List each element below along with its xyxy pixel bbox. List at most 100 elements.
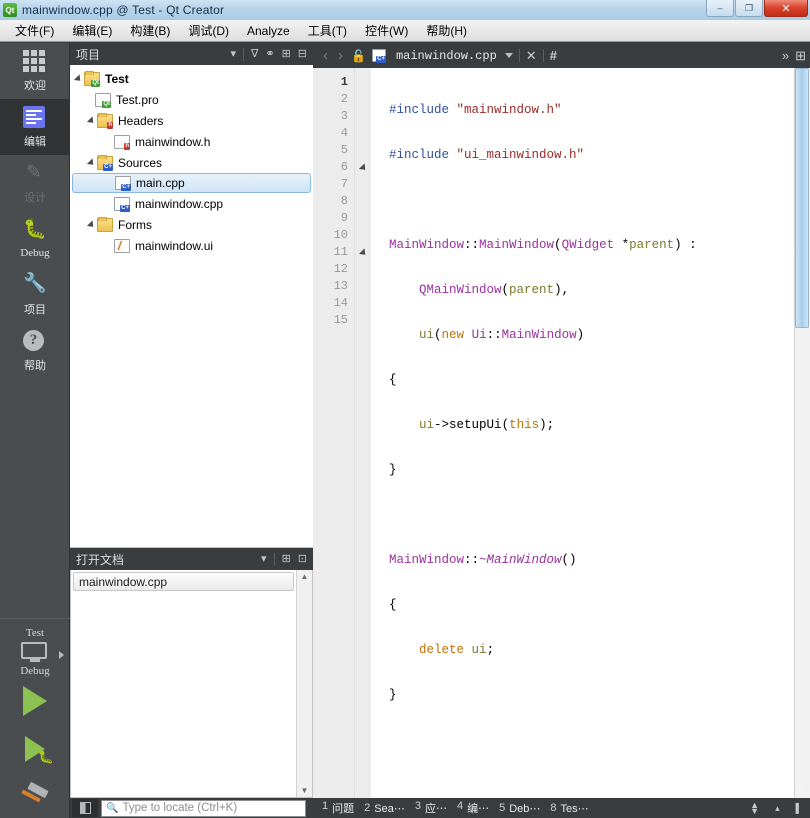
output-pane-debugger[interactable]: 5 Deb⋯	[499, 802, 540, 815]
maximize-button[interactable]: ❐	[735, 0, 763, 17]
tree-row[interactable]: h mainwindow.h	[70, 131, 313, 152]
sidebar-item-projects[interactable]: 🔧 项目	[0, 267, 70, 323]
code-text[interactable]: #include "mainwindow.h" #include "ui_mai…	[371, 68, 810, 798]
expand-twisty-icon[interactable]	[86, 157, 97, 168]
window-controls: – ❐ ✕	[706, 0, 808, 17]
debug-button[interactable]: 🐛	[0, 725, 70, 773]
menu-analyze[interactable]: Analyze	[238, 22, 299, 40]
fold-marker-column[interactable]	[355, 68, 371, 798]
folder-cpp-icon: C+	[97, 154, 113, 171]
sidebar-item-debug[interactable]: 🐛 Debug	[0, 211, 70, 267]
tree-item-label: mainwindow.ui	[135, 238, 214, 253]
scroll-down-icon[interactable]: ▼	[301, 786, 309, 795]
navigate-forward-icon[interactable]: ›	[336, 48, 345, 63]
minimize-button[interactable]: –	[706, 0, 734, 17]
sidebar-item-design[interactable]: ✎ 设计	[0, 155, 70, 211]
overflow-icon[interactable]: »	[782, 48, 789, 63]
close-button[interactable]: ✕	[764, 0, 808, 17]
unlock-icon[interactable]: 🔓	[351, 49, 366, 63]
line-number: 1	[340, 75, 348, 89]
mode-label-edit: 编辑	[24, 135, 46, 148]
monitor-icon	[21, 642, 49, 662]
output-pane-buttons: 1 问题 2 Sea⋯ 3 应⋯ 4 编⋯ 5 Deb⋯ 8 Tes⋯	[322, 800, 589, 816]
menu-help[interactable]: 帮助(H)	[417, 20, 476, 41]
menu-debug[interactable]: 调试(D)	[179, 20, 238, 41]
scroll-up-icon[interactable]: ▲	[301, 572, 309, 581]
split-editor-icon[interactable]: ⊞	[795, 48, 806, 64]
expand-twisty-icon[interactable]	[73, 73, 84, 84]
sidebar-toggle-icon[interactable]	[72, 799, 98, 817]
expand-twisty-icon[interactable]	[86, 115, 97, 126]
tree-item-label: Test.pro	[116, 92, 159, 107]
tree-row-selected[interactable]: C+ main.cpp	[72, 173, 311, 193]
open-documents-scrollbar[interactable]: ▲ ▼	[296, 570, 312, 797]
output-pane-search[interactable]: 2 Sea⋯	[364, 802, 405, 815]
divider	[242, 47, 244, 61]
close-icon: ✕	[781, 2, 791, 15]
tree-row[interactable]: Forms	[70, 214, 313, 235]
add-split-icon[interactable]: ⊞	[282, 553, 291, 565]
mode-label-help: 帮助	[24, 359, 46, 372]
fold-marker-icon[interactable]	[358, 162, 368, 173]
kit-build-config: Debug	[20, 665, 50, 677]
tree-row[interactable]: Qt Test	[70, 68, 313, 89]
add-split-icon[interactable]: ⊞	[282, 48, 291, 60]
link-with-editor-icon[interactable]: ⚭	[265, 48, 274, 60]
panel-title-open-documents: 打开文档	[76, 552, 125, 567]
sidebar-item-welcome[interactable]: 欢迎	[0, 43, 70, 99]
tree-row[interactable]: mainwindow.ui	[70, 235, 313, 256]
open-documents-list[interactable]: mainwindow.cpp ▲ ▼	[70, 570, 313, 798]
close-document-icon[interactable]: ✕	[526, 48, 537, 64]
menu-widgets[interactable]: 控件(W)	[356, 20, 417, 41]
output-pane-icon[interactable]: ▌	[796, 803, 802, 813]
kit-selector[interactable]: Test Debug	[0, 627, 70, 677]
menu-edit[interactable]: 编辑(E)	[63, 20, 121, 41]
bug-icon: 🐛	[23, 218, 47, 240]
editor-document-selector[interactable]: C+ mainwindow.cpp	[371, 49, 497, 63]
fold-marker-icon[interactable]	[358, 247, 368, 258]
output-pane-issues[interactable]: 1 问题	[322, 800, 354, 816]
expand-twisty-icon[interactable]	[86, 219, 97, 230]
output-pane-tests[interactable]: 8 Tes⋯	[550, 802, 588, 815]
build-button[interactable]	[0, 773, 70, 818]
menu-tools[interactable]: 工具(T)	[299, 20, 356, 41]
tree-row[interactable]: h Headers	[70, 110, 313, 131]
project-tree[interactable]: Qt Test Qt Test.pro h Headers h mainwind…	[70, 65, 313, 548]
locator-input[interactable]: 🔍 Type to locate (Ctrl+K)	[101, 799, 306, 817]
line-column-icon[interactable]: #	[550, 48, 557, 63]
folder-qt-icon: Qt	[84, 70, 100, 87]
scrollbar-thumb[interactable]	[795, 68, 809, 328]
sidebar-item-help[interactable]: ? 帮助	[0, 323, 70, 379]
chevron-down-icon[interactable]	[504, 53, 513, 58]
open-document-item[interactable]: mainwindow.cpp	[73, 572, 294, 591]
tree-row[interactable]: Qt Test.pro	[70, 89, 313, 110]
output-pane-application[interactable]: 3 应⋯	[415, 800, 447, 816]
output-nav-arrows-icon[interactable]: ▲ ▼	[750, 801, 759, 816]
code-editor[interactable]: 1 2 3 4 5 6 7 8 9 10 11 12 13 14 15 #inc…	[313, 68, 810, 798]
tree-item-label: Forms	[118, 217, 152, 232]
collapse-output-icon[interactable]: ▴	[775, 803, 780, 814]
menu-build[interactable]: 构建(B)	[121, 20, 179, 41]
panel-mode-dropdown[interactable]: ▾	[230, 48, 236, 60]
mode-selector: 欢迎 编辑 ✎ 设计 🐛 Debug 🔧 项目 ? 帮助 Test Debug …	[0, 43, 70, 818]
output-pane-compile[interactable]: 4 编⋯	[457, 800, 489, 816]
filter-icon[interactable]: ∇	[251, 48, 258, 60]
close-split-icon[interactable]: ⊡	[298, 553, 307, 565]
menu-file[interactable]: 文件(F)	[6, 20, 63, 41]
run-button[interactable]	[0, 677, 70, 725]
hammer-icon	[20, 781, 50, 812]
status-bar: 🔍 Type to locate (Ctrl+K) 1 问题 2 Sea⋯ 3 …	[70, 798, 810, 818]
navigate-back-icon[interactable]: ‹	[321, 48, 330, 63]
tree-row[interactable]: C+ mainwindow.cpp	[70, 193, 313, 214]
tree-row[interactable]: C+ Sources	[70, 152, 313, 173]
sidebar-item-edit[interactable]: 编辑	[0, 99, 70, 155]
opendocs-dropdown[interactable]: ▾	[261, 553, 267, 565]
search-icon: 🔍	[106, 802, 119, 814]
editor-scrollbar[interactable]: ▲	[794, 68, 810, 798]
edit-lines-icon	[23, 105, 47, 130]
close-split-icon[interactable]: ⊟	[298, 48, 307, 60]
code-line: }	[389, 463, 397, 477]
qt-creator-window: Qt mainwindow.cpp @ Test - Qt Creator – …	[0, 0, 810, 818]
